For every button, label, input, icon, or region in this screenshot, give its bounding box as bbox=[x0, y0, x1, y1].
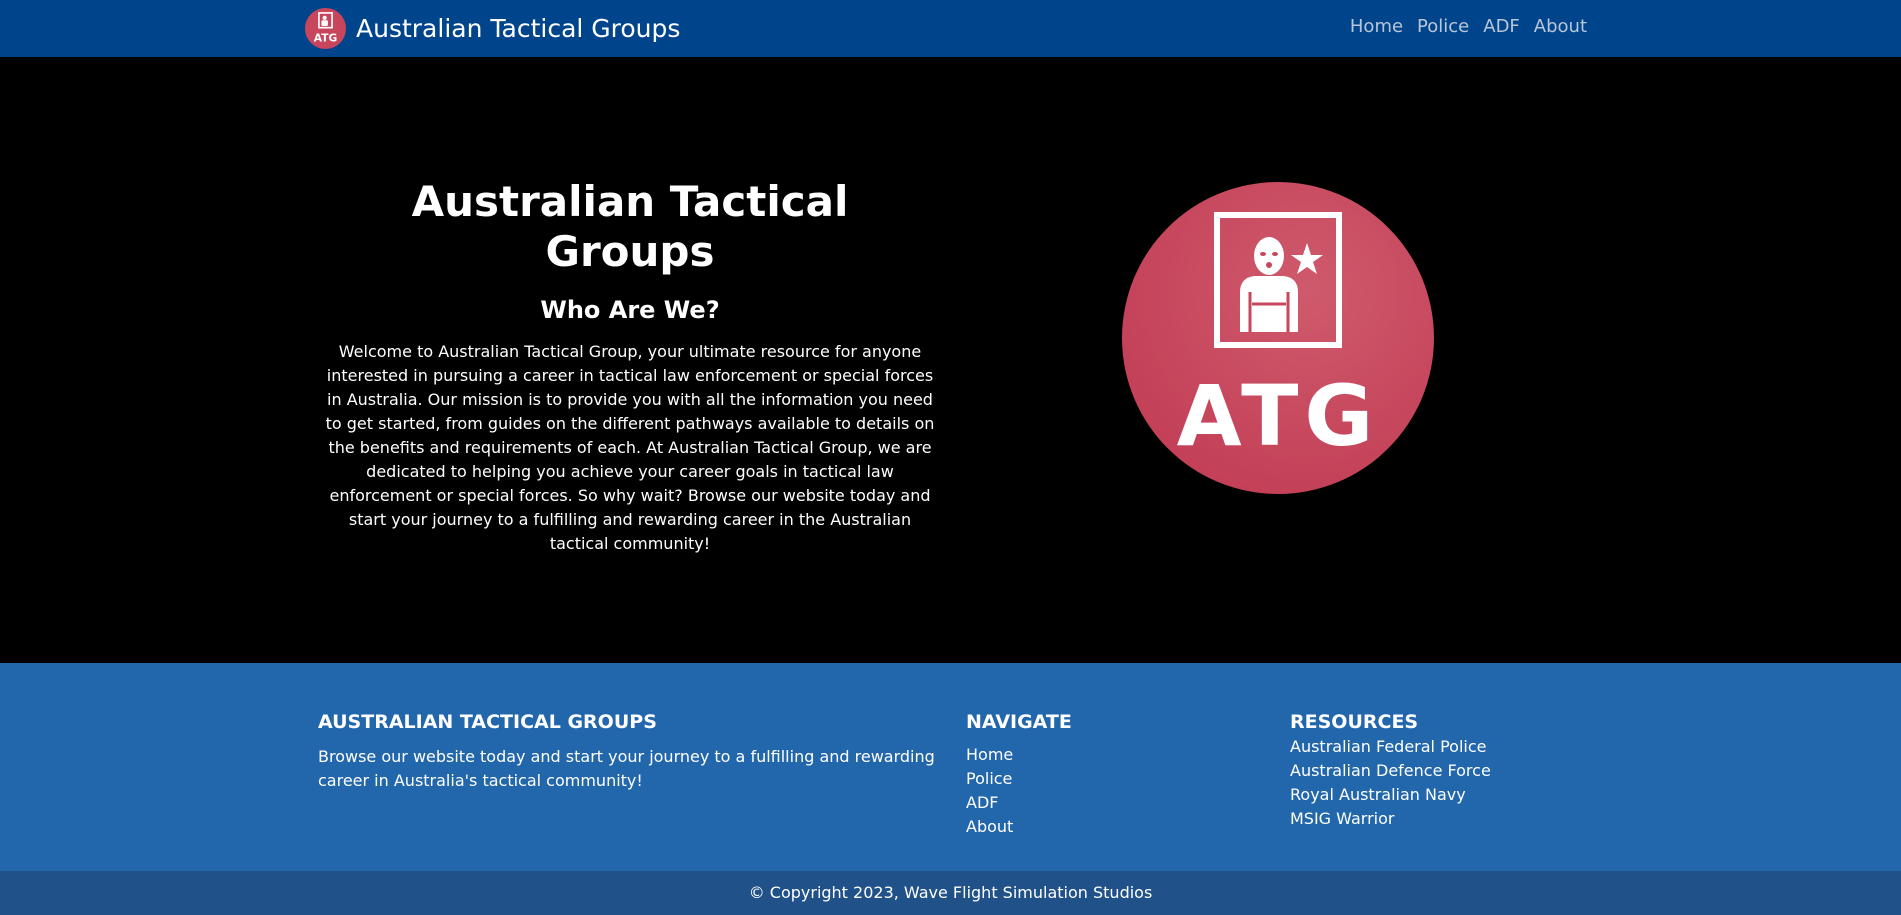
footer-link-adf[interactable]: ADF bbox=[966, 793, 998, 812]
footer-link-about[interactable]: About bbox=[966, 817, 1013, 836]
logo-text: ATG bbox=[1177, 367, 1380, 465]
resource-link-ran[interactable]: Royal Australian Navy bbox=[1290, 785, 1466, 804]
nav-link-police[interactable]: Police bbox=[1410, 16, 1476, 37]
footer-navigate: NAVIGATE Home Police ADF About bbox=[966, 711, 1072, 839]
brand-title: Australian Tactical Groups bbox=[356, 14, 681, 43]
footer-resources: RESOURCES Australian Federal Police Aust… bbox=[1290, 711, 1491, 831]
footer-link-home[interactable]: Home bbox=[966, 745, 1013, 764]
resource-link-msig[interactable]: MSIG Warrior bbox=[1290, 809, 1394, 828]
footer-about-text: Browse our website today and start your … bbox=[318, 747, 935, 790]
nav-link-about[interactable]: About bbox=[1527, 16, 1594, 37]
footer-about-heading: AUSTRALIAN TACTICAL GROUPS bbox=[318, 711, 657, 733]
list-item: About bbox=[966, 815, 1072, 839]
footer-navigate-heading: NAVIGATE bbox=[966, 711, 1072, 733]
footer-resources-list: Australian Federal Police Australian Def… bbox=[1290, 735, 1491, 831]
list-item: Australian Federal Police bbox=[1290, 735, 1491, 759]
resource-link-adf[interactable]: Australian Defence Force bbox=[1290, 761, 1491, 780]
hero-title: Australian Tactical Groups bbox=[411, 177, 849, 277]
list-item: ADF bbox=[966, 791, 1072, 815]
brand-link[interactable]: ATG Australian Tactical Groups bbox=[305, 8, 680, 49]
list-item: Police bbox=[966, 767, 1072, 791]
list-item: Home bbox=[966, 743, 1072, 767]
logo-text: ATG bbox=[314, 32, 337, 45]
footer-resources-heading: RESOURCES bbox=[1290, 711, 1419, 733]
nav-link-adf[interactable]: ADF bbox=[1476, 16, 1527, 37]
copyright-bar: © Copyright 2023, Wave Flight Simulation… bbox=[0, 871, 1901, 915]
list-item: MSIG Warrior bbox=[1290, 807, 1491, 831]
list-item: Royal Australian Navy bbox=[1290, 783, 1491, 807]
nav-link-home[interactable]: Home bbox=[1343, 16, 1410, 37]
hero-text: Australian Tactical Groups Who Are We? W… bbox=[320, 177, 940, 556]
hero-section: Australian Tactical Groups Who Are We? W… bbox=[0, 57, 1901, 663]
footer-about: AUSTRALIAN TACTICAL GROUPS Browse our we… bbox=[318, 711, 938, 793]
footer-navigate-list: Home Police ADF About bbox=[966, 743, 1072, 839]
list-item: Australian Defence Force bbox=[1290, 759, 1491, 783]
footer: AUSTRALIAN TACTICAL GROUPS Browse our we… bbox=[0, 663, 1901, 871]
navbar: ATG Australian Tactical Groups Home Poli… bbox=[0, 0, 1901, 57]
hero-body: Welcome to Australian Tactical Group, yo… bbox=[325, 341, 935, 553]
nav-links: Home Police ADF About bbox=[1343, 16, 1594, 37]
resource-link-afp[interactable]: Australian Federal Police bbox=[1290, 737, 1486, 756]
atg-logo-icon: ATG bbox=[305, 8, 346, 49]
atg-logo-icon: ATG bbox=[1122, 182, 1434, 494]
hero-subtitle: Who Are We? bbox=[540, 295, 720, 324]
footer-link-police[interactable]: Police bbox=[966, 769, 1012, 788]
